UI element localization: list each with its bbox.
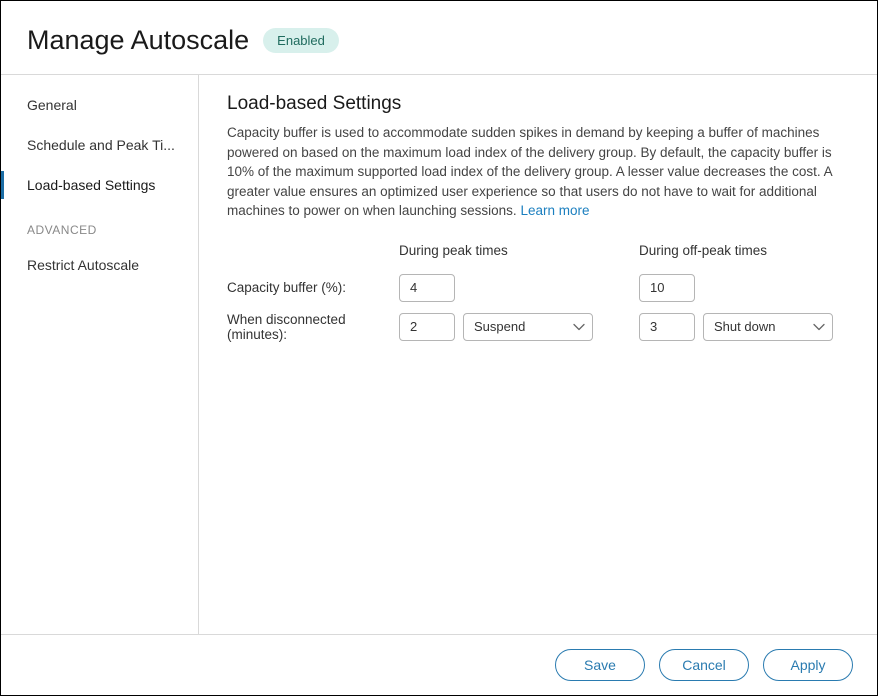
- sidebar: General Schedule and Peak Ti... Load-bas…: [1, 75, 199, 634]
- disconnected-peak-minutes-input[interactable]: [399, 313, 455, 341]
- save-button[interactable]: Save: [555, 649, 645, 681]
- column-header-offpeak: During off-peak times: [639, 243, 839, 264]
- cancel-button[interactable]: Cancel: [659, 649, 749, 681]
- sidebar-item-restrict-autoscale[interactable]: Restrict Autoscale: [1, 245, 198, 285]
- sidebar-item-schedule[interactable]: Schedule and Peak Ti...: [1, 125, 198, 165]
- cell-capacity-offpeak: [639, 274, 839, 302]
- column-header-peak: During peak times: [399, 243, 599, 264]
- cell-disconnected-peak: Suspend: [399, 313, 599, 341]
- disconnected-offpeak-minutes-input[interactable]: [639, 313, 695, 341]
- capacity-buffer-peak-input[interactable]: [399, 274, 455, 302]
- dialog-body: General Schedule and Peak Ti... Load-bas…: [1, 75, 877, 634]
- content-pane: Load-based Settings Capacity buffer is u…: [199, 75, 877, 634]
- sidebar-section-advanced: ADVANCED: [1, 205, 198, 245]
- content-description: Capacity buffer is used to accommodate s…: [227, 123, 849, 221]
- cell-capacity-peak: [399, 274, 599, 302]
- select-value: Shut down: [714, 319, 775, 334]
- cell-disconnected-offpeak: Shut down: [639, 313, 839, 341]
- status-badge: Enabled: [263, 28, 339, 53]
- settings-grid: During peak times During off-peak times …: [227, 243, 849, 342]
- sidebar-item-general[interactable]: General: [1, 85, 198, 125]
- dialog-footer: Save Cancel Apply: [1, 634, 877, 695]
- select-value: Suspend: [474, 319, 525, 334]
- row-label-capacity-buffer: Capacity buffer (%):: [227, 280, 399, 295]
- row-label-when-disconnected: When disconnected (minutes):: [227, 312, 399, 342]
- page-title: Manage Autoscale: [27, 25, 249, 56]
- capacity-buffer-offpeak-input[interactable]: [639, 274, 695, 302]
- learn-more-link[interactable]: Learn more: [520, 203, 589, 218]
- sidebar-item-load-based[interactable]: Load-based Settings: [1, 165, 198, 205]
- content-title: Load-based Settings: [227, 93, 849, 115]
- apply-button[interactable]: Apply: [763, 649, 853, 681]
- dialog-header: Manage Autoscale Enabled: [1, 1, 877, 75]
- disconnected-offpeak-action-select[interactable]: Shut down: [703, 313, 833, 341]
- disconnected-peak-action-select[interactable]: Suspend: [463, 313, 593, 341]
